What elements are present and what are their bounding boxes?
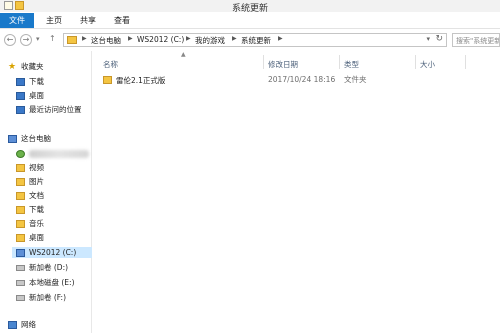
title-bar: 系统更新 [0, 0, 500, 14]
breadcrumb-this-pc[interactable]: 这台电脑 [91, 35, 121, 46]
sidebar-item-pictures[interactable]: 图片 [16, 176, 44, 187]
breadcrumb-my-games[interactable]: 我的游戏 [195, 35, 225, 46]
sidebar-item-label: 收藏夹 [21, 62, 44, 71]
sidebar-item-drive-f[interactable]: 新加卷 (F:) [16, 292, 66, 303]
forward-arrow-icon[interactable]: → [20, 34, 32, 46]
breadcrumb-system-update[interactable]: 系统更新 [241, 35, 271, 46]
sidebar-item-label: 图片 [29, 177, 44, 186]
pictures-folder-icon [16, 177, 25, 186]
breadcrumb-drive-c[interactable]: WS2012 (C:) [137, 35, 184, 44]
drive-icon [16, 279, 25, 286]
column-header-type[interactable]: 类型 [344, 59, 359, 70]
network-icon [8, 320, 17, 329]
ribbon: 文件 主页 共享 查看 [0, 12, 500, 29]
back-arrow-icon[interactable]: ← [4, 34, 16, 46]
sidebar-item-label: 下载 [29, 77, 44, 86]
sidebar-item-label: 这台电脑 [21, 134, 51, 143]
sidebar-item-label: 最近访问的位置 [29, 105, 82, 114]
column-header-name[interactable]: 名称 [103, 59, 118, 70]
sidebar-item-drive-c[interactable]: WS2012 (C:) [12, 247, 92, 258]
recent-places-icon [16, 105, 25, 114]
refresh-icon[interactable]: ↻ [435, 34, 443, 44]
column-divider[interactable] [415, 55, 416, 69]
blurred-username [29, 149, 89, 158]
sidebar-item-label: 桌面 [29, 233, 44, 242]
sidebar-item-network[interactable]: 网络 [8, 319, 36, 330]
sidebar-item-label: WS2012 (C:) [29, 248, 77, 257]
folder-icon [67, 36, 77, 44]
sidebar-item-documents[interactable]: 文档 [16, 190, 44, 201]
sort-ascending-icon: ▲ [181, 51, 186, 58]
star-icon: ★ [8, 61, 17, 72]
drive-icon [16, 264, 25, 271]
sidebar-item-this-pc[interactable]: 这台电脑 [8, 133, 51, 144]
sidebar-item-favorites[interactable]: ★ 收藏夹 [8, 61, 44, 72]
download-icon [16, 77, 25, 86]
up-arrow-icon[interactable]: ↑ [49, 34, 56, 43]
videos-folder-icon [16, 163, 25, 172]
sidebar-item-downloads-pc[interactable]: 下载 [16, 204, 44, 215]
sidebar-item-label: 音乐 [29, 219, 44, 228]
navigation-pane: ★ 收藏夹 下载 桌面 最近访问的位置 这台电脑 视频 图片 文档 下载 音乐 [0, 51, 92, 333]
documents-folder-icon [16, 191, 25, 200]
sidebar-item-videos[interactable]: 视频 [16, 162, 44, 173]
computer-icon [8, 134, 17, 143]
sidebar-item-label: 文档 [29, 191, 44, 200]
tab-file[interactable]: 文件 [0, 13, 34, 28]
navigation-bar: ← → ▾ ↑ ▶ 这台电脑 ▶ WS2012 (C:) ▶ 我的游戏 ▶ 系统… [0, 29, 500, 51]
folder-icon [103, 76, 112, 84]
file-list: ▲ 名称 修改日期 类型 大小 雷伦2.1正式版 2017/10/24 18:1… [93, 51, 500, 333]
breadcrumb-separator-icon[interactable]: ▶ [186, 35, 191, 42]
windows-drive-icon [16, 248, 25, 257]
file-modified: 2017/10/24 18:16 [268, 75, 336, 84]
column-divider[interactable] [339, 55, 340, 69]
recent-locations-chevron-icon[interactable]: ▾ [36, 35, 40, 43]
breadcrumb-separator-icon[interactable]: ▶ [278, 35, 283, 42]
desktop-icon [16, 91, 25, 100]
table-row[interactable]: 雷伦2.1正式版 2017/10/24 18:16 文件夹 [103, 74, 493, 86]
music-folder-icon [16, 219, 25, 228]
drive-icon [16, 294, 25, 301]
tab-view[interactable]: 查看 [108, 13, 136, 28]
breadcrumb-separator-icon[interactable]: ▶ [82, 35, 87, 42]
sidebar-item-label: 下载 [29, 205, 44, 214]
file-type: 文件夹 [344, 75, 367, 84]
sidebar-item-label: 新加卷 (D:) [29, 263, 69, 272]
sidebar-item-label: 视频 [29, 163, 44, 172]
sidebar-item-downloads[interactable]: 下载 [16, 76, 44, 87]
column-divider[interactable] [263, 55, 264, 69]
user-icon [16, 149, 25, 158]
address-dropdown-icon[interactable]: ▾ [426, 35, 430, 43]
sidebar-item-desktop-pc[interactable]: 桌面 [16, 232, 44, 243]
desktop-folder-icon [16, 233, 25, 242]
sidebar-item-user[interactable] [16, 148, 89, 159]
column-header-modified[interactable]: 修改日期 [268, 59, 298, 70]
breadcrumb-separator-icon[interactable]: ▶ [128, 35, 133, 42]
downloads-folder-icon [16, 205, 25, 214]
sidebar-item-label: 本地磁盘 (E:) [29, 278, 75, 287]
sidebar-item-desktop[interactable]: 桌面 [16, 90, 44, 101]
tab-home[interactable]: 主页 [40, 13, 68, 28]
tab-share[interactable]: 共享 [74, 13, 102, 28]
column-header-size[interactable]: 大小 [420, 59, 435, 70]
search-input[interactable]: 搜索"系统更新" [452, 33, 500, 47]
sidebar-item-label: 新加卷 (F:) [29, 293, 66, 302]
breadcrumb-separator-icon[interactable]: ▶ [232, 35, 237, 42]
address-bar[interactable]: ▶ 这台电脑 ▶ WS2012 (C:) ▶ 我的游戏 ▶ 系统更新 ▶ ▾ ↻ [63, 33, 447, 47]
file-name: 雷伦2.1正式版 [116, 75, 166, 85]
sidebar-item-label: 桌面 [29, 91, 44, 100]
sidebar-item-drive-e[interactable]: 本地磁盘 (E:) [16, 277, 75, 288]
sidebar-item-drive-d[interactable]: 新加卷 (D:) [16, 262, 68, 273]
sidebar-item-label: 网络 [21, 320, 36, 329]
column-divider[interactable] [465, 55, 466, 69]
sidebar-item-music[interactable]: 音乐 [16, 218, 44, 229]
sidebar-item-recent[interactable]: 最近访问的位置 [16, 104, 82, 115]
